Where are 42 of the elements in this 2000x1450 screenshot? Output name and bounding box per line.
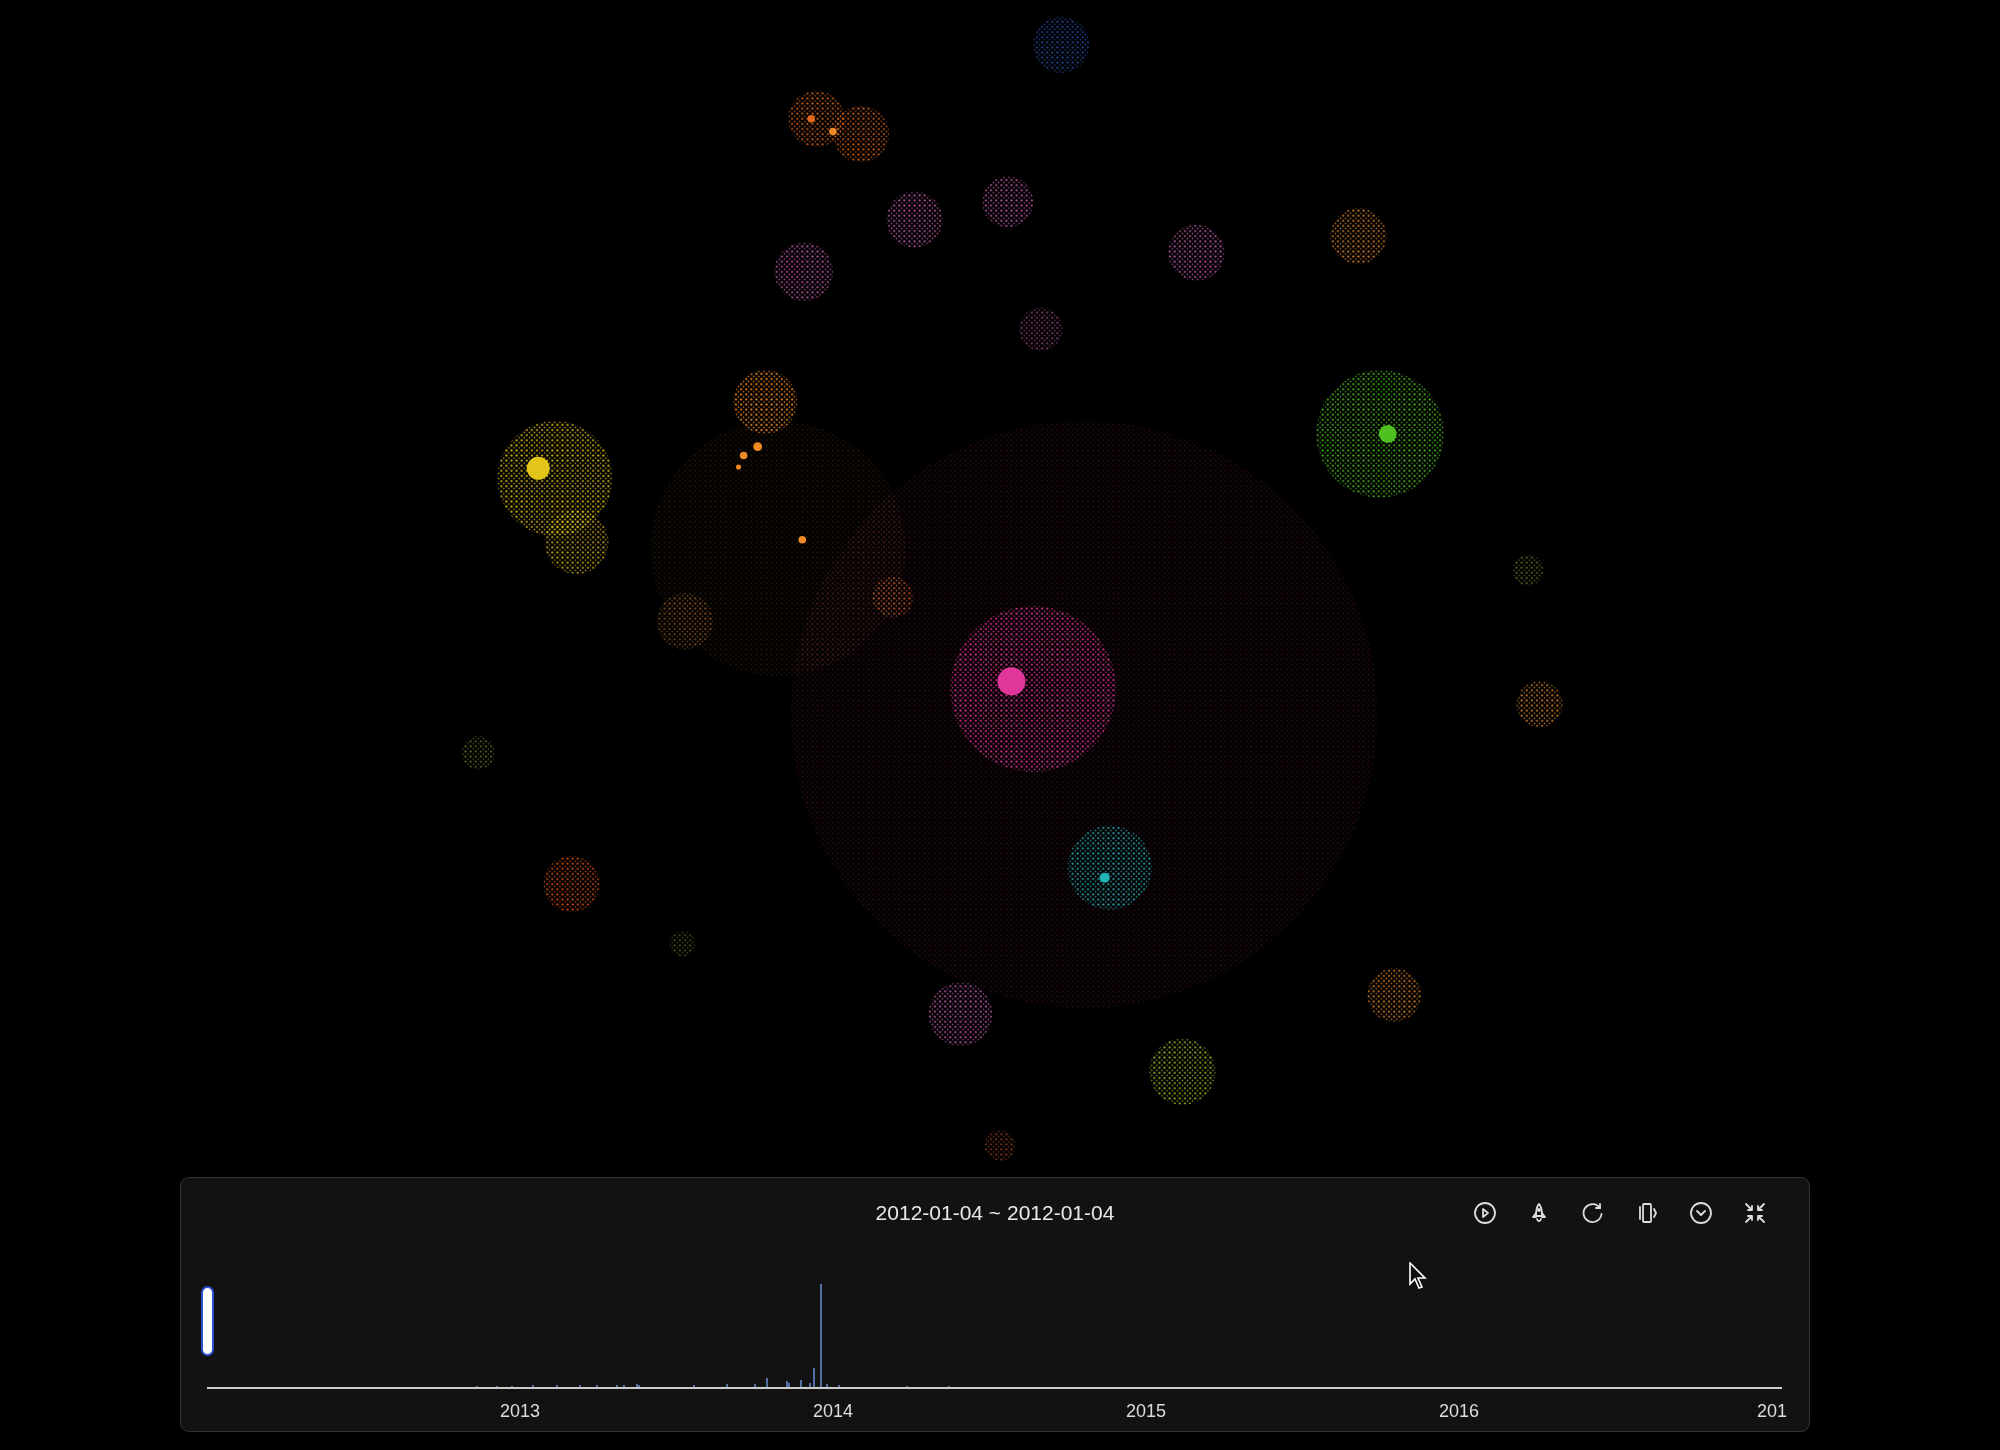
node-cluster	[886, 191, 943, 248]
node-cluster	[656, 593, 713, 650]
node-cluster	[1367, 968, 1421, 1022]
range-handle[interactable]	[201, 1286, 214, 1356]
node-cluster	[1019, 307, 1063, 351]
node-cluster	[774, 242, 833, 302]
node	[753, 442, 763, 452]
node	[739, 451, 748, 460]
axis-year-label: 2013	[500, 1400, 540, 1423]
node-cluster	[669, 931, 696, 957]
node-cluster	[1149, 1038, 1216, 1105]
node-cluster	[543, 856, 600, 913]
chevron-button[interactable]	[1689, 1201, 1713, 1225]
node-cluster	[1033, 16, 1090, 73]
hub-node	[1378, 424, 1397, 443]
hub-node	[807, 114, 816, 123]
node-cluster	[928, 982, 993, 1047]
node-cluster	[872, 576, 914, 618]
axis-year-label: 2015	[1126, 1400, 1166, 1423]
node-cluster	[982, 176, 1034, 228]
mouse-cursor-icon	[1409, 1262, 1427, 1290]
axis-year-label: 2014	[813, 1400, 853, 1423]
hub-node	[997, 667, 1026, 696]
node-cluster	[1512, 555, 1544, 586]
date-range-label: 2012-01-04 ~ 2012-01-04	[875, 1200, 1115, 1227]
node-cluster	[733, 370, 798, 434]
hub-node	[1099, 872, 1110, 883]
hub-node	[829, 127, 837, 136]
shrink-button[interactable]	[1743, 1201, 1767, 1225]
play-button[interactable]	[1473, 1201, 1497, 1225]
node-cluster	[1330, 208, 1387, 265]
node	[735, 464, 742, 470]
hub-node	[526, 456, 550, 480]
node-cluster	[461, 736, 495, 770]
node-cluster	[832, 106, 890, 163]
refresh-button[interactable]	[1581, 1201, 1605, 1225]
node	[798, 535, 807, 544]
axis-year-label: 2016	[1439, 1400, 1479, 1423]
node-cluster	[984, 1130, 1016, 1161]
node-cluster	[1168, 224, 1225, 281]
node-cluster	[1516, 681, 1563, 728]
axis-year-label: 201	[1757, 1400, 1787, 1423]
